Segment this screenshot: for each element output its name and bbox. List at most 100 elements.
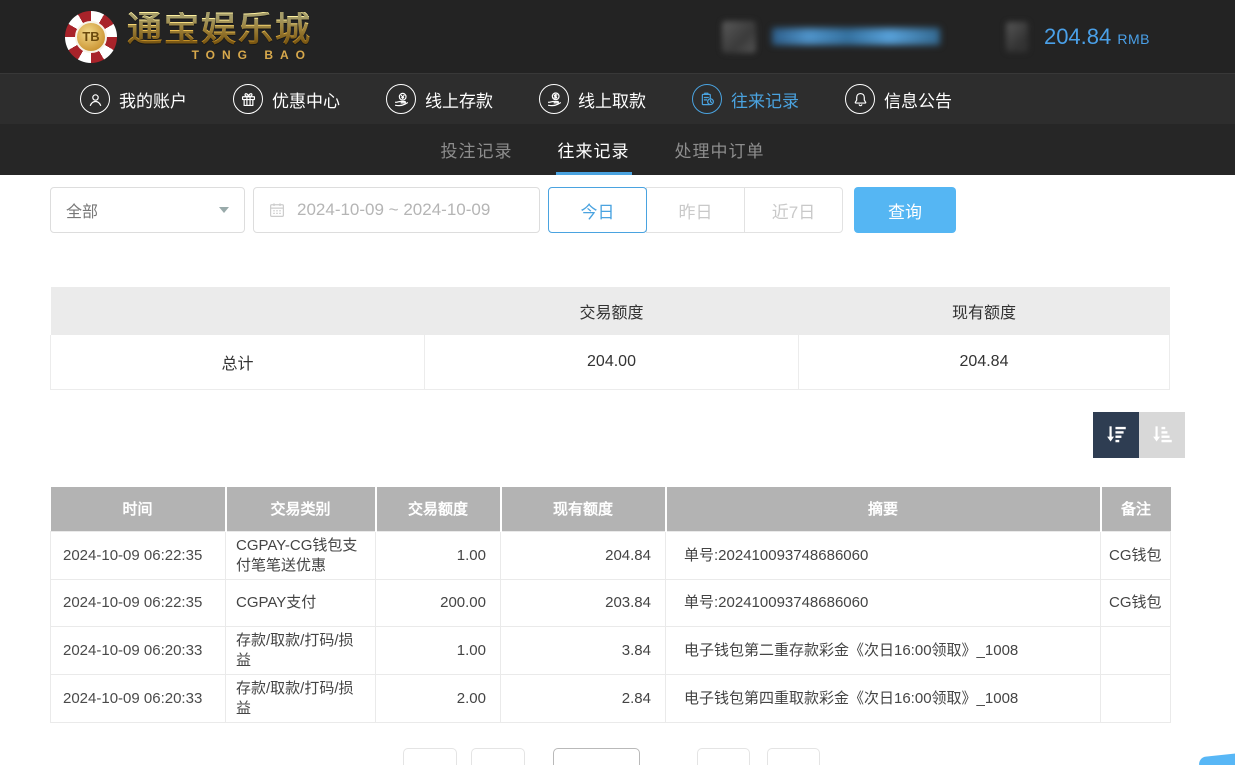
cell-summary: 单号:202410093748686060 (666, 532, 1101, 580)
tab-betting-records[interactable]: 投注记录 (441, 124, 513, 175)
cell-type: CGPAY-CG钱包支付笔笔送优惠 (226, 532, 376, 580)
deposit-icon (386, 84, 416, 114)
balance-display: 204.84 RMB (1044, 24, 1150, 50)
cell-balance: 2.84 (501, 675, 666, 723)
sort-descending-button[interactable] (1093, 412, 1139, 458)
nav-item-withdraw[interactable]: 线上取款 (539, 84, 646, 114)
gift-icon (233, 84, 263, 114)
poker-chip-logo-icon: TB (65, 11, 117, 63)
pagination-next-button[interactable] (697, 748, 750, 765)
nav-item-label: 优惠中心 (272, 87, 340, 112)
cell-summary: 单号:202410093748686060 (666, 580, 1101, 627)
cell-type: CGPAY支付 (226, 580, 376, 627)
summary-total-transaction: 204.00 (425, 335, 799, 389)
date-range-input[interactable]: 2024-10-09 ~ 2024-10-09 (253, 187, 540, 233)
summary-header-empty (51, 287, 425, 335)
sort-ascending-icon (1149, 422, 1175, 448)
cell-note: CG钱包 (1101, 532, 1171, 580)
cell-amount: 1.00 (376, 532, 501, 580)
sub-navigation: 投注记录 往来记录 处理中订单 (0, 124, 1235, 175)
cell-amount: 1.00 (376, 627, 501, 675)
table-row: 2024-10-09 06:20:33 存款/取款/打码/损益 2.00 2.8… (51, 675, 1171, 723)
sort-ascending-button[interactable] (1139, 412, 1185, 458)
chevron-down-icon (219, 207, 229, 213)
cell-balance: 203.84 (501, 580, 666, 627)
sort-controls (50, 412, 1185, 458)
main-navigation: 我的账户 优惠中心 线上存款 线上取款 往来记录 信息公告 (0, 73, 1235, 124)
top-header: TB 通宝娱乐城 TONG BAO 204.84 RMB (0, 0, 1235, 73)
calendar-icon (268, 201, 286, 219)
cell-note (1101, 675, 1171, 723)
col-header-summary: 摘要 (666, 487, 1101, 532)
type-filter-select[interactable]: 全部 (50, 187, 245, 233)
cell-type: 存款/取款/打码/损益 (226, 627, 376, 675)
pagination-prev-button[interactable] (471, 748, 525, 765)
content-area: 全部 2024-10-09 ~ 2024-10-09 今日 昨日 近7日 查询 … (0, 187, 1235, 723)
date-range-value: 2024-10-09 ~ 2024-10-09 (297, 200, 490, 220)
cell-summary: 电子钱包第四重取款彩金《次日16:00领取》_1008 (666, 675, 1101, 723)
col-header-note: 备注 (1101, 487, 1171, 532)
records-header-row: 时间 交易类别 交易额度 现有额度 摘要 备注 (51, 487, 1171, 532)
withdraw-icon (539, 84, 569, 114)
table-row: 2024-10-09 06:20:33 存款/取款/打码/损益 1.00 3.8… (51, 627, 1171, 675)
filter-row: 全部 2024-10-09 ~ 2024-10-09 今日 昨日 近7日 查询 (50, 187, 1185, 233)
nav-item-announcements[interactable]: 信息公告 (845, 84, 952, 114)
nav-item-transaction-records[interactable]: 往来记录 (692, 84, 799, 114)
chat-widget-corner[interactable] (1198, 753, 1235, 765)
type-filter-value: 全部 (66, 198, 98, 222)
nav-item-promotions[interactable]: 优惠中心 (233, 84, 340, 114)
tab-processing-orders[interactable]: 处理中订单 (675, 124, 765, 175)
nav-item-label: 往来记录 (731, 87, 799, 112)
summary-header-current-balance: 现有额度 (799, 287, 1170, 335)
col-header-time: 时间 (51, 487, 226, 532)
pagination-first-button[interactable] (403, 748, 457, 765)
records-icon (692, 84, 722, 114)
cell-note (1101, 627, 1171, 675)
nav-item-label: 线上存款 (425, 87, 493, 112)
table-row: 2024-10-09 06:22:35 CGPAY-CG钱包支付笔笔送优惠 1.… (51, 532, 1171, 580)
cell-time: 2024-10-09 06:20:33 (51, 627, 226, 675)
quick-date-buttons: 今日 昨日 近7日 (548, 187, 843, 233)
blurred-wallet-icon (1006, 22, 1028, 52)
site-logo[interactable]: TB 通宝娱乐城 TONG BAO (65, 11, 312, 63)
records-table: 时间 交易类别 交易额度 现有额度 摘要 备注 2024-10-09 06:22… (50, 487, 1171, 724)
tab-transaction-records[interactable]: 往来记录 (558, 124, 630, 175)
table-row: 2024-10-09 06:22:35 CGPAY支付 200.00 203.8… (51, 580, 1171, 627)
cell-time: 2024-10-09 06:20:33 (51, 675, 226, 723)
summary-total-balance: 204.84 (799, 335, 1170, 389)
today-button[interactable]: 今日 (548, 187, 647, 233)
search-button[interactable]: 查询 (854, 187, 956, 233)
nav-item-label: 我的账户 (119, 87, 187, 112)
cell-time: 2024-10-09 06:22:35 (51, 580, 226, 627)
nav-item-label: 线上取款 (578, 87, 646, 112)
col-header-amount: 交易额度 (376, 487, 501, 532)
cell-balance: 3.84 (501, 627, 666, 675)
logo-subtitle: TONG BAO (127, 49, 312, 61)
sort-descending-icon (1103, 422, 1129, 448)
nav-item-label: 信息公告 (884, 87, 952, 112)
nav-item-deposit[interactable]: 线上存款 (386, 84, 493, 114)
user-icon (80, 84, 110, 114)
pagination-last-button[interactable] (767, 748, 820, 765)
summary-header-transaction-amount: 交易额度 (425, 287, 799, 335)
last-7-days-button[interactable]: 近7日 (744, 187, 843, 233)
cell-amount: 2.00 (376, 675, 501, 723)
cell-balance: 204.84 (501, 532, 666, 580)
cell-summary: 电子钱包第二重存款彩金《次日16:00领取》_1008 (666, 627, 1101, 675)
cell-note: CG钱包 (1101, 580, 1171, 627)
blurred-username (772, 28, 940, 45)
col-header-type: 交易类别 (226, 487, 376, 532)
chip-tb-monogram: TB (75, 21, 107, 53)
user-area: 204.84 RMB (722, 21, 1150, 53)
pagination-page-input[interactable] (553, 748, 640, 765)
logo-title: 通宝娱乐城 (127, 12, 312, 47)
summary-total-label: 总计 (51, 335, 425, 389)
balance-currency: RMB (1117, 31, 1150, 47)
summary-header-row: 交易额度 现有额度 (51, 287, 1170, 335)
blurred-avatar-icon (722, 21, 756, 53)
nav-item-my-account[interactable]: 我的账户 (80, 84, 187, 114)
summary-table: 交易额度 现有额度 总计 204.00 204.84 (50, 287, 1170, 390)
yesterday-button[interactable]: 昨日 (646, 187, 745, 233)
bell-icon (845, 84, 875, 114)
col-header-balance: 现有额度 (501, 487, 666, 532)
